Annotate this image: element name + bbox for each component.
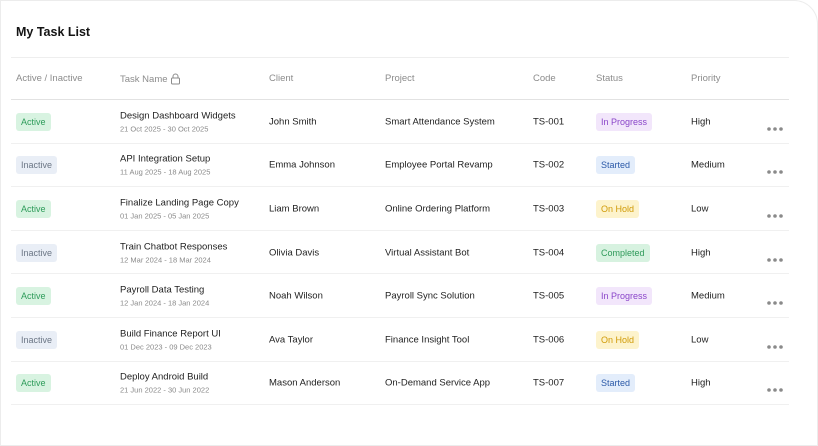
project-name: On-Demand Service App [385,377,491,389]
table-row[interactable]: Inactive API Integration Setup 11 Aug 20… [1,144,817,188]
priority-value: Medium [691,290,725,302]
column-header-priority[interactable]: Priority [691,73,721,84]
page-title: My Task List [16,25,91,39]
table-header: Active / Inactive Task Name Client Proje… [1,58,817,100]
more-horizontal-icon[interactable] [766,337,784,349]
task-code: TS-006 [533,334,565,346]
task-code: TS-001 [533,116,565,128]
more-horizontal-icon[interactable] [766,119,784,131]
more-horizontal-icon[interactable] [766,380,784,393]
table-body: Active Design Dashboard Widgets 21 Oct 2… [1,100,817,406]
column-header-task-label: Task Name [120,73,168,85]
task-code: TS-007 [533,377,565,389]
task-code: TS-002 [533,159,565,171]
project-name: Smart Attendance System [385,116,495,128]
active-status-badge[interactable]: Active [16,374,51,393]
client-name: Noah Wilson [269,290,323,302]
status-badge: Started [596,374,636,393]
task-name[interactable]: API Integration Setup [120,154,210,165]
status-badge: Started [596,156,636,175]
table-row[interactable]: Active Payroll Data Testing 12 Jan 2024 … [1,274,817,318]
table-row[interactable]: Inactive Build Finance Report UI 01 Dec … [1,318,817,362]
task-date-range: 12 Jan 2024 - 18 Jan 2024 [120,298,210,308]
client-name: Mason Anderson [269,377,341,389]
active-status-badge[interactable]: Active [16,112,51,131]
priority-value: High [691,116,711,128]
task-cell: Train Chatbot Responses 12 Mar 2024 - 18… [120,241,227,264]
active-status-badge[interactable]: Active [16,199,51,218]
project-name: Payroll Sync Solution [385,290,475,302]
task-code: TS-003 [533,203,565,215]
inactive-status-badge[interactable]: Inactive [16,156,58,175]
column-header-client[interactable]: Client [269,73,293,84]
priority-value: Low [691,334,709,346]
project-name: Virtual Assistant Bot [385,247,470,259]
more-horizontal-icon[interactable] [766,250,784,262]
status-badge: Completed [596,243,650,262]
table-row[interactable]: Active Deploy Android Build 21 Jun 2022 … [1,362,817,406]
task-name[interactable]: Train Chatbot Responses [120,241,227,252]
priority-value: Medium [691,159,725,171]
column-header-active[interactable]: Active / Inactive [16,73,83,84]
task-date-range: 01 Dec 2023 - 09 Dec 2023 [120,342,212,352]
status-badge: In Progress [596,287,653,306]
task-cell: Design Dashboard Widgets 21 Oct 2025 - 3… [120,110,236,133]
task-date-range: 21 Oct 2025 - 30 Oct 2025 [120,124,209,134]
column-header-task[interactable]: Task Name [120,73,181,85]
status-badge: On Hold [596,199,640,218]
task-date-range: 12 Mar 2024 - 18 Mar 2024 [120,255,211,265]
task-cell: Build Finance Report UI 01 Dec 2023 - 09… [120,328,221,351]
task-name[interactable]: Design Dashboard Widgets [120,110,236,121]
project-name: Employee Portal Revamp [385,159,493,171]
bottom-fade [1,405,817,445]
task-code: TS-004 [533,247,565,259]
task-cell: Finalize Landing Page Copy 01 Jan 2025 -… [120,197,239,220]
more-horizontal-icon[interactable] [766,293,784,305]
task-name[interactable]: Deploy Android Build [120,372,209,383]
more-horizontal-icon[interactable] [766,162,784,175]
task-cell: API Integration Setup 11 Aug 2025 - 18 A… [120,154,210,177]
task-date-range: 01 Jan 2025 - 05 Jan 2025 [120,211,210,221]
client-name: John Smith [269,116,317,128]
table-row[interactable]: Active Finalize Landing Page Copy 01 Jan… [1,187,817,231]
active-status-badge[interactable]: Active [16,287,51,306]
task-code: TS-005 [533,290,565,302]
table-row[interactable]: Active Design Dashboard Widgets 21 Oct 2… [1,100,817,144]
priority-value: High [691,377,711,389]
inactive-status-badge[interactable]: Inactive [16,330,58,349]
inactive-status-badge[interactable]: Inactive [16,243,58,262]
task-name[interactable]: Build Finance Report UI [120,328,221,339]
task-cell: Payroll Data Testing 12 Jan 2024 - 18 Ja… [120,285,209,308]
client-name: Ava Taylor [269,334,314,346]
task-date-range: 11 Aug 2025 - 18 Aug 2025 [120,167,211,177]
client-name: Olivia Davis [269,247,320,259]
client-name: Emma Johnson [269,159,336,171]
project-name: Online Ordering Platform [385,203,491,215]
more-horizontal-icon[interactable] [766,206,784,218]
priority-value: Low [691,203,709,215]
status-badge: In Progress [596,112,653,131]
column-header-project[interactable]: Project [385,73,415,84]
task-date-range: 21 Jun 2022 - 30 Jun 2022 [120,385,210,395]
client-name: Liam Brown [269,203,320,215]
task-cell: Deploy Android Build 21 Jun 2022 - 30 Ju… [120,372,209,395]
task-name[interactable]: Finalize Landing Page Copy [120,197,239,208]
table-row[interactable]: Inactive Train Chatbot Responses 12 Mar … [1,231,817,275]
column-header-status[interactable]: Status [596,73,623,84]
project-name: Finance Insight Tool [385,334,470,346]
lock-icon [170,73,181,85]
status-badge: On Hold [596,330,640,349]
priority-value: High [691,247,711,259]
task-list-card: My Task List Active / Inactive Task Name… [0,0,818,446]
task-name[interactable]: Payroll Data Testing [120,285,209,296]
column-header-code[interactable]: Code [533,73,556,84]
